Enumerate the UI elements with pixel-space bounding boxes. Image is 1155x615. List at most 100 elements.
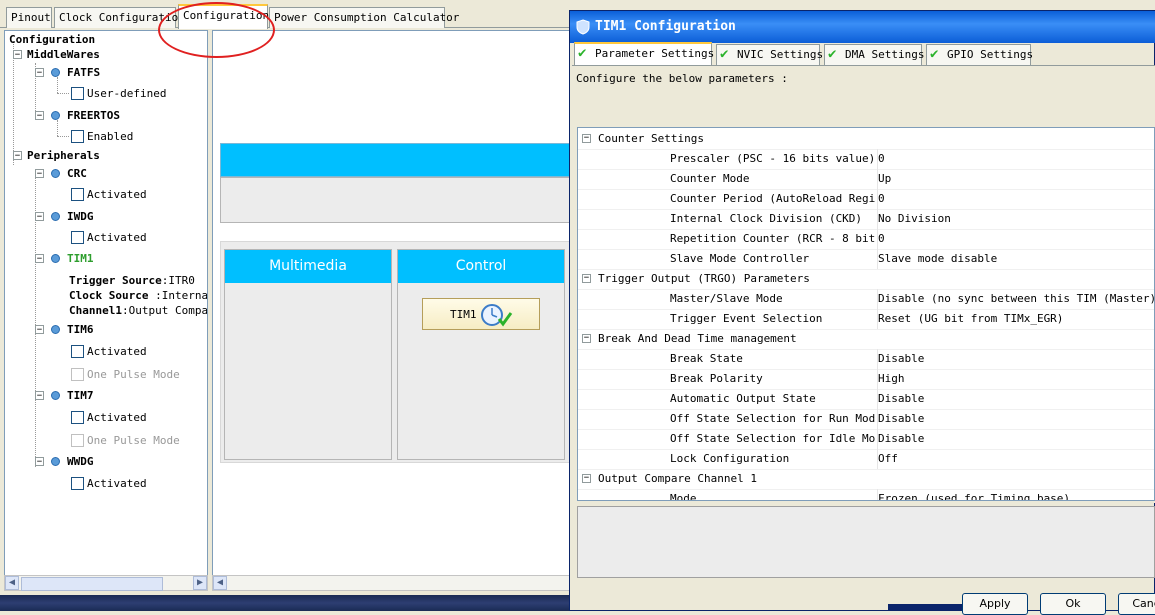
shield-icon — [576, 19, 590, 35]
section-row[interactable]: − Output Compare Channel 1 — [578, 469, 1154, 490]
parameter-row[interactable]: Counter Period (AutoReload Regi... 0 — [578, 189, 1154, 210]
tree-node-middlewares[interactable]: MiddleWares — [27, 48, 100, 62]
scroll-left-icon[interactable]: ◀ — [5, 576, 19, 590]
category-header-bar — [220, 143, 571, 177]
parameter-row[interactable]: Repetition Counter (RCR - 8 bit... 0 — [578, 229, 1154, 250]
apply-button[interactable]: Apply — [962, 593, 1028, 615]
section-label: Output Compare Channel 1 — [598, 472, 757, 485]
tree-horizontal-scrollbar[interactable]: ◀ ▶ — [4, 575, 208, 591]
tim7-one-pulse-checkbox[interactable] — [71, 434, 84, 447]
tim7-activated-checkbox[interactable] — [71, 411, 84, 424]
parameter-value[interactable]: Off — [877, 449, 1154, 469]
gear-icon — [51, 68, 60, 77]
collapse-icon[interactable]: − — [582, 474, 591, 483]
parameter-value[interactable]: 0 — [877, 189, 1154, 209]
parameter-value[interactable]: Disable — [877, 349, 1154, 369]
collapse-icon[interactable]: − — [13, 151, 22, 161]
collapse-icon[interactable]: − — [35, 325, 44, 335]
tim1-channel1-label: Channel1 — [69, 304, 122, 317]
tab-pinout[interactable]: Pinout — [6, 7, 52, 28]
parameter-value[interactable]: Disable (no sync between this TIM (Maste… — [877, 289, 1154, 309]
section-row[interactable]: − Counter Settings — [578, 129, 1154, 150]
collapse-icon[interactable]: − — [582, 334, 591, 343]
tim6-one-pulse-checkbox[interactable] — [71, 368, 84, 381]
section-row[interactable]: − Break And Dead Time management — [578, 329, 1154, 350]
collapse-icon[interactable]: − — [35, 457, 44, 467]
parameter-row[interactable]: Prescaler (PSC - 16 bits value) 0 — [578, 149, 1154, 170]
parameter-row[interactable]: Trigger Event Selection Reset (UG bit fro… — [578, 309, 1154, 330]
parameter-value[interactable]: Up — [877, 169, 1154, 189]
fatfs-user-defined-checkbox[interactable] — [71, 87, 84, 100]
ok-button[interactable]: Ok — [1040, 593, 1106, 615]
collapse-icon[interactable]: − — [35, 254, 44, 264]
parameter-name: Off State Selection for Idle Mo... — [670, 432, 875, 445]
collapse-icon[interactable]: − — [582, 134, 591, 143]
parameter-description-box — [577, 506, 1155, 578]
tree-node-iwdg[interactable]: IWDG — [67, 210, 94, 224]
tree-node-peripherals[interactable]: Peripherals — [27, 149, 100, 163]
collapse-icon[interactable]: − — [582, 274, 591, 283]
freertos-enabled-checkbox[interactable] — [71, 130, 84, 143]
cancel-button[interactable]: Cancel — [1118, 593, 1155, 615]
tab-gpio-settings-label: GPIO Settings — [947, 48, 1034, 61]
tree-node-crc[interactable]: CRC — [67, 167, 87, 181]
parameter-row[interactable]: Automatic Output State Disable — [578, 389, 1154, 410]
parameter-row[interactable]: Master/Slave Mode Disable (no sync betwee… — [578, 289, 1154, 310]
parameter-value[interactable]: Disable — [877, 389, 1154, 409]
tree-node-tim6[interactable]: TIM6 — [67, 323, 94, 337]
parameter-row[interactable]: Counter Mode Up — [578, 169, 1154, 190]
tim6-one-pulse-label: One Pulse Mode — [87, 368, 180, 381]
parameter-row[interactable]: Internal Clock Division (CKD) No Division — [578, 209, 1154, 230]
tim1-trigger-source-label: Trigger Source — [69, 274, 162, 287]
collapse-icon[interactable]: − — [35, 169, 44, 179]
parameter-value[interactable]: Reset (UG bit from TIMx_EGR) — [877, 309, 1154, 329]
tree-node-tim7[interactable]: TIM7 — [67, 389, 94, 403]
scroll-right-icon[interactable]: ▶ — [193, 576, 207, 590]
tree-node-tim1[interactable]: TIM1 — [67, 252, 94, 266]
scroll-thumb[interactable] — [21, 577, 163, 591]
parameter-row[interactable]: Break State Disable — [578, 349, 1154, 370]
section-row[interactable]: − Trigger Output (TRGO) Parameters — [578, 269, 1154, 290]
parameter-row[interactable]: Slave Mode Controller Slave mode disable — [578, 249, 1154, 270]
tree-node-wwdg[interactable]: WWDG — [67, 455, 94, 469]
parameter-name: Trigger Event Selection — [670, 312, 823, 325]
collapse-icon[interactable]: − — [35, 391, 44, 401]
parameter-name: Counter Period (AutoReload Regi... — [670, 192, 875, 205]
parameter-value[interactable]: 0 — [877, 229, 1154, 249]
parameter-value[interactable]: No Division — [877, 209, 1154, 229]
tab-nvic-settings[interactable]: ✔ NVIC Settings — [716, 44, 823, 65]
parameter-row[interactable]: Break Polarity High — [578, 369, 1154, 390]
parameter-name: Master/Slave Mode — [670, 292, 783, 305]
collapse-icon[interactable]: − — [35, 212, 44, 222]
scroll-left-icon[interactable]: ◀ — [213, 576, 227, 590]
tab-gpio-settings[interactable]: ✔ GPIO Settings — [926, 44, 1034, 65]
tree-node-freertos[interactable]: FREERTOS — [67, 109, 120, 123]
center-horizontal-scrollbar[interactable]: ◀ — [212, 575, 570, 591]
parameter-name: Mode — [670, 492, 697, 501]
collapse-icon[interactable]: − — [13, 50, 22, 60]
wwdg-activated-checkbox[interactable] — [71, 477, 84, 490]
tab-power-consumption[interactable]: Power Consumption Calculator — [269, 7, 459, 28]
tree-node-fatfs[interactable]: FATFS — [67, 66, 100, 80]
dialog-title-bar[interactable]: TIM1 Configuration — [570, 11, 1155, 43]
parameter-row[interactable]: Mode Frozen (used for Timing base) — [578, 489, 1154, 501]
parameter-value[interactable]: Disable — [877, 429, 1154, 449]
parameter-row[interactable]: Lock Configuration Off — [578, 449, 1154, 470]
parameter-value[interactable]: 0 — [877, 149, 1154, 169]
tab-dma-settings[interactable]: ✔ DMA Settings — [824, 44, 924, 65]
parameter-value[interactable]: Disable — [877, 409, 1154, 429]
tab-parameter-settings[interactable]: ✔ Parameter Settings — [574, 42, 714, 65]
parameter-row[interactable]: Off State Selection for Run Mod... Disabl… — [578, 409, 1154, 430]
tim1-button[interactable]: TIM1 — [422, 298, 540, 330]
configuration-tree: Configuration − MiddleWares − FATFS User… — [4, 30, 208, 590]
parameter-row[interactable]: Off State Selection for Idle Mo... Disabl… — [578, 429, 1154, 450]
crc-activated-label: Activated — [87, 188, 147, 201]
iwdg-activated-checkbox[interactable] — [71, 231, 84, 244]
crc-activated-checkbox[interactable] — [71, 188, 84, 201]
parameter-value[interactable]: Frozen (used for Timing base) — [877, 489, 1154, 500]
tim6-activated-checkbox[interactable] — [71, 345, 84, 358]
collapse-icon[interactable]: − — [35, 68, 44, 78]
parameter-value[interactable]: Slave mode disable — [877, 249, 1154, 269]
collapse-icon[interactable]: − — [35, 111, 44, 121]
parameter-value[interactable]: High — [877, 369, 1154, 389]
